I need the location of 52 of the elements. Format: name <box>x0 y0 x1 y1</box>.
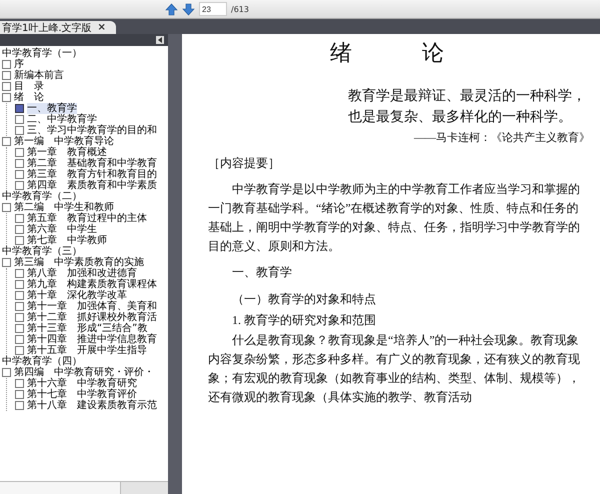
outline-item[interactable]: 序 <box>2 59 24 70</box>
outline-item[interactable]: 第九章 构建素质教育课程体 <box>15 279 157 290</box>
outline-section-title: 中学教育学（三） <box>2 246 82 257</box>
outline-item[interactable]: 第二章 基础教育和中学教育 <box>15 158 157 169</box>
page-number-field[interactable]: 23 <box>199 2 227 16</box>
section-heading: 一、教育学 <box>232 264 293 281</box>
document-tab[interactable]: 育学1叶上峰.文字版 × <box>0 21 116 34</box>
body-paragraph: 什么是教育现象？教育现象是“培养人”的一种社会现象。教育现象内容复杂纷繁，形态多种多样。有广义的教育现象，还有狭义的教育现象；有宏观的教育现象（如教育事业的结构、类型、体制、规模等），还有微观的教育现象（具体实施的教学、教育活动 <box>208 332 581 406</box>
outline-item[interactable]: 第三章 教育方针和教育目的 <box>15 169 157 180</box>
outline-item[interactable]: 第十一章 加强体育、美育和 <box>15 301 157 312</box>
next-page-button[interactable] <box>182 2 195 16</box>
outline-item[interactable]: 目 录 <box>2 81 44 92</box>
outline-item[interactable]: 第十四章 推进中学信息教育 <box>15 334 157 345</box>
outline-item[interactable]: 第五章 教育过程中的主体 <box>15 213 147 224</box>
outline-item[interactable]: 第十五章 开展中学生指导 <box>15 345 147 356</box>
chapter-title: 绪 论 <box>329 40 469 68</box>
outline-item[interactable]: 第十章 深化教学改革 <box>15 290 127 301</box>
numbered-heading: 1. 教育学的研究对象和范围 <box>232 312 377 329</box>
collapse-panel-button[interactable] <box>156 36 164 44</box>
outline-item[interactable]: 绪 论 <box>2 92 44 103</box>
summary-label: ［内容提要］ <box>208 155 281 172</box>
outline-item[interactable]: 第六章 中学生 <box>15 224 97 235</box>
body-paragraph: 中学教育学是以中学教师为主的中学教育工作者应当学习和掌握的一门教育基础学科。“绪论”在概述教育学的对象、性质、特点和任务的基础上，阐明中学教育学的对象、特点、任务，指明学习中学教育学的目的意义、原则和方法。 <box>208 181 581 255</box>
up-arrow-icon <box>165 2 178 16</box>
outline-section-title: 中学教育学（一） <box>2 48 83 59</box>
down-arrow-icon <box>182 2 195 16</box>
outline-item[interactable]: 第二编 中学生和教师 <box>2 202 114 213</box>
epigraph-attribution: ——马卡连柯：《论共产主义教育》 <box>413 130 590 145</box>
epigraph: 教育学是最辩证、最灵活的一种科学，也是最复杂、最多样化的一种科学。 <box>348 87 587 127</box>
outline-section-title: 中学教育学（二） <box>2 191 82 202</box>
previous-page-button[interactable] <box>165 2 178 16</box>
outline-item[interactable]: 第三编 中学素质教育的实施 <box>2 257 144 268</box>
outline-item[interactable]: 第十三章 形成“三结合”教 <box>15 323 148 334</box>
outline-item[interactable]: 第四编 中学教育研究・评价・ <box>2 367 154 378</box>
outline-item[interactable]: 第一章 教育概述 <box>15 147 107 158</box>
outline-item[interactable]: 第十八章 建设素质教育示范 <box>15 400 157 411</box>
horizontal-scrollbar[interactable] <box>0 481 168 494</box>
outline-item[interactable]: 三、学习中学教育学的目的和 <box>15 125 157 136</box>
outline-item[interactable]: 第十二章 抓好课校外教育活 <box>15 312 157 323</box>
caret-icon <box>158 37 162 43</box>
outline-section-title: 中学教育学（四） <box>2 356 83 367</box>
outline-item[interactable]: 第一编 中学教育导论 <box>2 136 114 147</box>
close-tab-button[interactable]: × <box>98 22 106 33</box>
outline-item[interactable]: 第四章 素质教育和中学素质 <box>15 180 157 191</box>
page-count: /613 <box>231 4 249 14</box>
subsection-heading: （一）教育学的对象和特点 <box>232 291 377 308</box>
outline-item[interactable]: 第十六章 中学教育研究 <box>15 378 137 389</box>
outline-item[interactable]: 新编本前言 <box>2 70 64 81</box>
outline-item[interactable]: 第八章 加强和改进德育 <box>15 268 137 279</box>
outline-item[interactable]: 二、中学教育学 <box>15 114 97 125</box>
outline-item[interactable]: 第七章 中学教师 <box>15 235 107 246</box>
outline-item[interactable]: 第十七章 中学教育评价 <box>15 389 137 400</box>
